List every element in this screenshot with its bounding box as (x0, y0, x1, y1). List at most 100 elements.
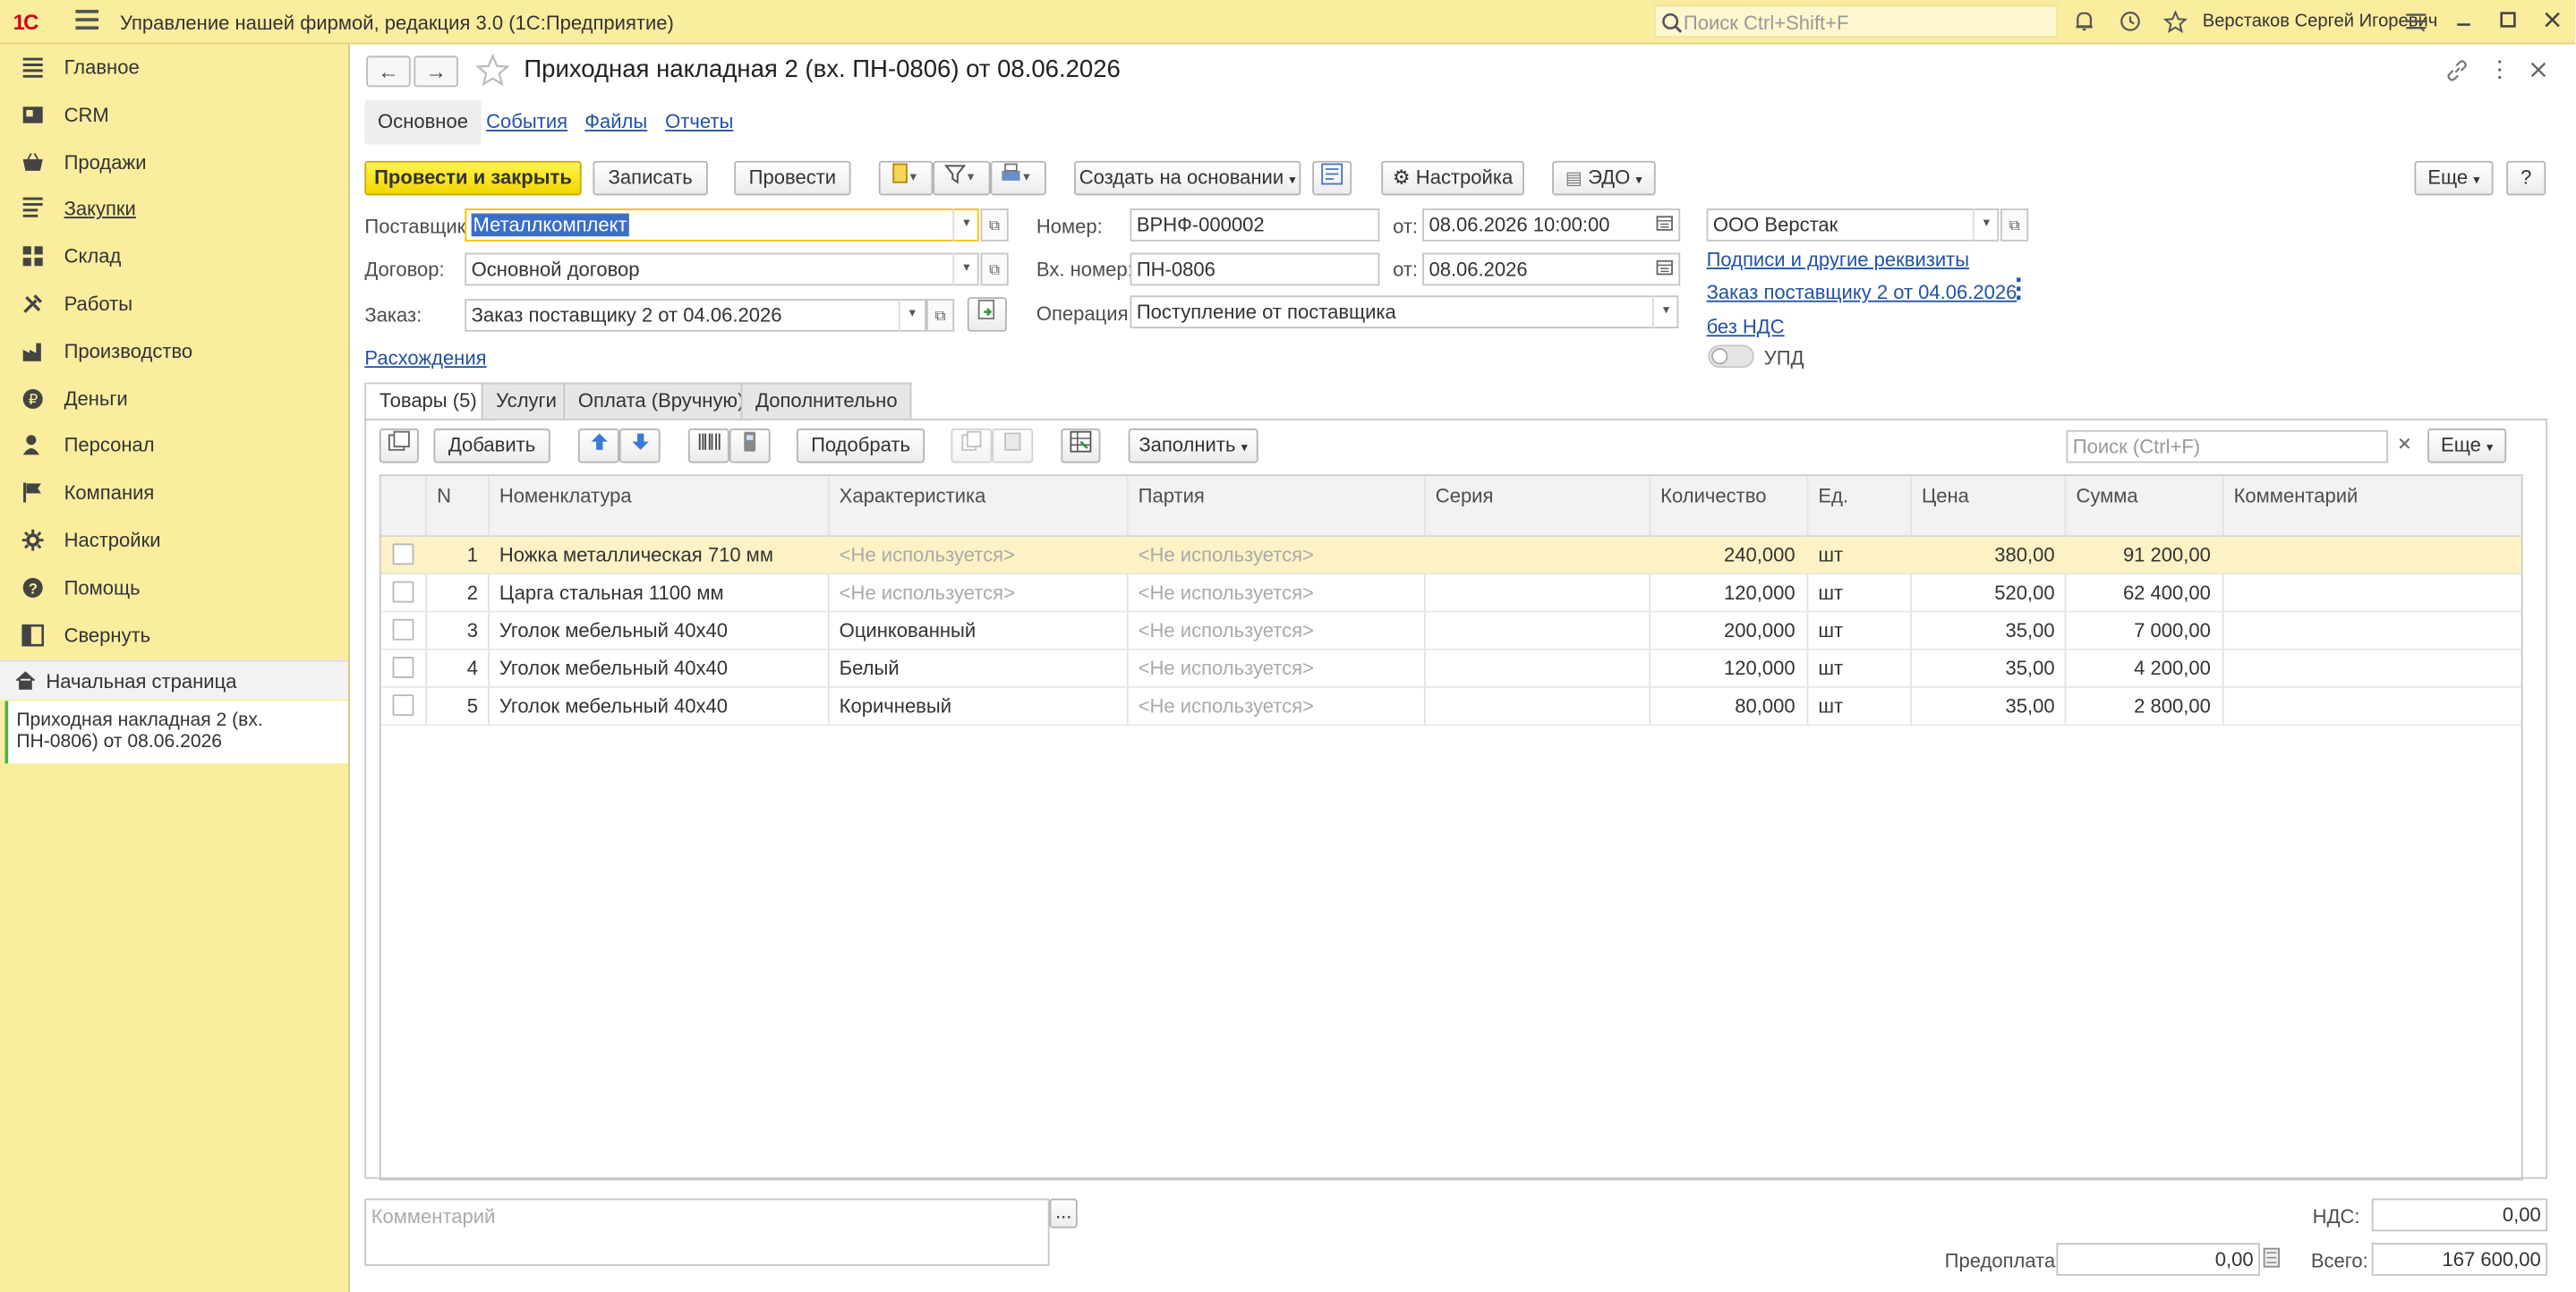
star-icon[interactable] (2162, 10, 2188, 36)
attach-dropdown-button[interactable]: ▾ (878, 160, 934, 196)
cell-batch[interactable]: <Не используется> (1139, 582, 1314, 605)
operation-field[interactable]: Поступление от поставщика (1130, 295, 1679, 328)
col-header-unit[interactable]: Ед. (1818, 484, 1848, 507)
link-icon[interactable] (2444, 57, 2469, 83)
save-button[interactable]: Записать (593, 160, 708, 196)
print-dropdown-button[interactable]: ▾ (990, 160, 1046, 196)
paste-button[interactable] (992, 428, 1034, 463)
col-header-series[interactable]: Серия (1436, 484, 1494, 507)
col-header-comment[interactable]: Комментарий (2234, 484, 2358, 507)
cell-batch[interactable]: <Не используется> (1139, 619, 1314, 642)
cell-quantity[interactable]: 240,000 (1649, 543, 1796, 566)
sidebar-item-1[interactable]: CRM (0, 91, 348, 139)
sidebar-item-7[interactable]: ₽ Деньги (0, 375, 348, 422)
clear-search-icon[interactable]: ✕ (2393, 433, 2417, 456)
help-button[interactable]: ? (2506, 160, 2546, 196)
cell-sum[interactable]: 62 400,00 (2065, 582, 2211, 605)
hamburger-menu-icon[interactable] (75, 10, 99, 31)
row-checkbox[interactable] (392, 618, 414, 641)
tab-goods[interactable]: Товары (5) (364, 382, 492, 421)
move-down-button[interactable] (618, 428, 661, 463)
cell-characteristic[interactable]: Коричневый (840, 694, 951, 718)
copy-rows-button[interactable] (379, 428, 419, 463)
cell-characteristic[interactable]: Оцинкованный (840, 619, 976, 642)
close-window-icon[interactable] (2539, 10, 2565, 36)
discrepancies-link[interactable]: Расхождения (364, 346, 486, 370)
post-and-close-button[interactable]: Провести и закрыть (364, 160, 582, 196)
fill-dropdown-button[interactable]: Заполнить ▾ (1128, 428, 1258, 463)
cell-batch[interactable]: <Не используется> (1139, 657, 1314, 680)
forward-button[interactable]: → (414, 55, 458, 88)
minimize-icon[interactable] (2451, 10, 2477, 36)
fill-from-order-button[interactable] (967, 297, 1007, 332)
order-field[interactable]: Заказ поставщику 2 от 04.06.2026 (465, 298, 926, 332)
cell-quantity[interactable]: 200,000 (1649, 619, 1796, 642)
tab-files[interactable]: Файлы (572, 100, 661, 145)
table-row[interactable]: 4 Уголок мебельный 40х40 Белый <Не использу… (380, 650, 2521, 688)
data-collection-button[interactable] (729, 428, 771, 463)
tab-main[interactable]: Основное (364, 99, 482, 145)
cell-price[interactable]: 380,00 (1910, 543, 2054, 566)
sidebar-item-10[interactable]: Настройки (0, 517, 348, 565)
prepayment-calc-icon[interactable] (2263, 1247, 2282, 1268)
sidebar-item-0[interactable]: Главное (0, 45, 348, 92)
sidebar-item-5[interactable]: Работы (0, 281, 348, 328)
order-dropdown-icon[interactable]: ▾ (898, 298, 925, 332)
more-options-icon[interactable]: ⋮ (2488, 57, 2512, 83)
in-date-field[interactable]: 08.06.2026 (1422, 252, 1681, 286)
col-header-n[interactable]: N (437, 484, 451, 507)
create-based-on-button[interactable]: Создать на основании ▾ (1074, 160, 1301, 196)
sidebar-item-8[interactable]: Персонал (0, 422, 348, 470)
col-header-characteristic[interactable]: Характеристика (840, 484, 986, 507)
sidebar-item-9[interactable]: Компания (0, 470, 348, 517)
col-header-item[interactable]: Номенклатура (499, 484, 632, 507)
document-structure-button[interactable] (1312, 160, 1352, 196)
comment-expand-button[interactable]: ... (1049, 1198, 1078, 1228)
settings-list-icon[interactable] (2403, 10, 2429, 36)
cell-item[interactable]: Царга стальная 1100 мм (499, 582, 724, 605)
row-checkbox[interactable] (392, 694, 414, 717)
cell-price[interactable]: 520,00 (1910, 582, 2054, 605)
supplier-open-icon[interactable]: ⧉ (980, 208, 1009, 242)
tab-additional[interactable]: Дополнительно (740, 382, 913, 419)
cell-price[interactable]: 35,00 (1910, 694, 2054, 718)
table-row[interactable]: 3 Уголок мебельный 40х40 Оцинкованный <Не и… (380, 612, 2521, 650)
sidebar-item-2[interactable]: Продажи (0, 139, 348, 186)
favorite-star-icon[interactable] (474, 53, 510, 89)
maximize-icon[interactable] (2495, 10, 2521, 36)
row-checkbox[interactable] (392, 543, 414, 565)
table-row[interactable]: 2 Царга стальная 1100 мм <Не используется>… (380, 574, 2521, 613)
in-date-calendar-icon[interactable] (1656, 258, 1676, 277)
cell-sum[interactable]: 7 000,00 (2065, 619, 2211, 642)
cell-sum[interactable]: 91 200,00 (2065, 543, 2211, 566)
cell-characteristic[interactable]: Белый (840, 657, 900, 680)
contract-field[interactable]: Основной договор (465, 252, 979, 286)
upd-toggle[interactable] (1708, 344, 1754, 369)
sidebar-item-6[interactable]: Производство (0, 328, 348, 376)
col-header-quantity[interactable]: Количество (1660, 484, 1766, 507)
base-order-link[interactable]: Заказ поставщику 2 от 04.06.2026 (1707, 281, 2017, 304)
global-search-input[interactable]: Поиск Ctrl+Shift+F (1653, 4, 2059, 38)
cell-quantity[interactable]: 80,000 (1649, 694, 1795, 718)
number-field[interactable]: ВРНФ-000002 (1130, 208, 1380, 242)
goods-search-input[interactable]: Поиск (Ctrl+F) (2066, 429, 2389, 463)
cell-quantity[interactable]: 120,000 (1649, 582, 1796, 605)
more-actions-button[interactable]: Еще ▾ (2414, 160, 2494, 196)
cell-quantity[interactable]: 120,000 (1649, 657, 1796, 680)
cell-characteristic[interactable]: <Не используется> (840, 582, 1015, 605)
table-row[interactable]: 1 Ножка металлическая 710 мм <Не используе… (380, 537, 2521, 575)
operation-dropdown-icon[interactable]: ▾ (1652, 295, 1678, 328)
barcode-button[interactable] (687, 428, 729, 463)
history-icon[interactable] (2117, 10, 2143, 36)
row-checkbox[interactable] (392, 657, 414, 678)
move-up-button[interactable] (577, 428, 619, 463)
excel-load-button[interactable] (1061, 428, 1101, 463)
cell-unit[interactable]: шт (1818, 543, 1843, 566)
cell-unit[interactable]: шт (1818, 582, 1843, 605)
settings-button[interactable]: ⚙ Настройка (1381, 160, 1524, 196)
vat-link[interactable]: без НДС (1707, 315, 1785, 338)
cell-unit[interactable]: шт (1818, 694, 1843, 718)
cell-item[interactable]: Уголок мебельный 40х40 (499, 694, 728, 718)
sidebar-open-document[interactable]: Приходная накладная 2 (вх. ПН-0806) от 0… (4, 701, 349, 764)
company-dropdown-icon[interactable]: ▾ (1972, 208, 1999, 242)
